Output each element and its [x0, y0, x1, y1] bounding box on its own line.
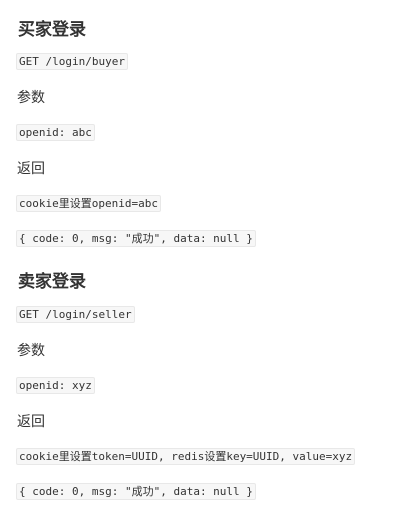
buyer-params-code: openid: abc	[16, 124, 95, 141]
seller-params-code: openid: xyz	[16, 377, 95, 394]
buyer-response-code: { code: 0, msg: "成功", data: null }	[16, 230, 256, 247]
seller-return-label: 返回	[17, 414, 45, 430]
seller-response-code: { code: 0, msg: "成功", data: null }	[16, 483, 256, 500]
seller-login-heading: 卖家登录	[18, 272, 86, 292]
seller-return-note-code: cookie里设置token=UUID, redis设置key=UUID, va…	[16, 448, 356, 465]
buyer-login-heading: 买家登录	[18, 20, 86, 40]
buyer-return-note-code: cookie里设置openid=abc	[16, 195, 161, 212]
buyer-endpoint-code: GET /login/buyer	[16, 53, 128, 70]
seller-endpoint-code: GET /login/seller	[16, 306, 135, 323]
seller-params-label: 参数	[17, 343, 45, 359]
buyer-return-label: 返回	[17, 161, 45, 177]
buyer-params-label: 参数	[17, 90, 45, 106]
api-doc-page: 买家登录 GET /login/buyer 参数 openid: abc 返回 …	[0, 0, 402, 512]
